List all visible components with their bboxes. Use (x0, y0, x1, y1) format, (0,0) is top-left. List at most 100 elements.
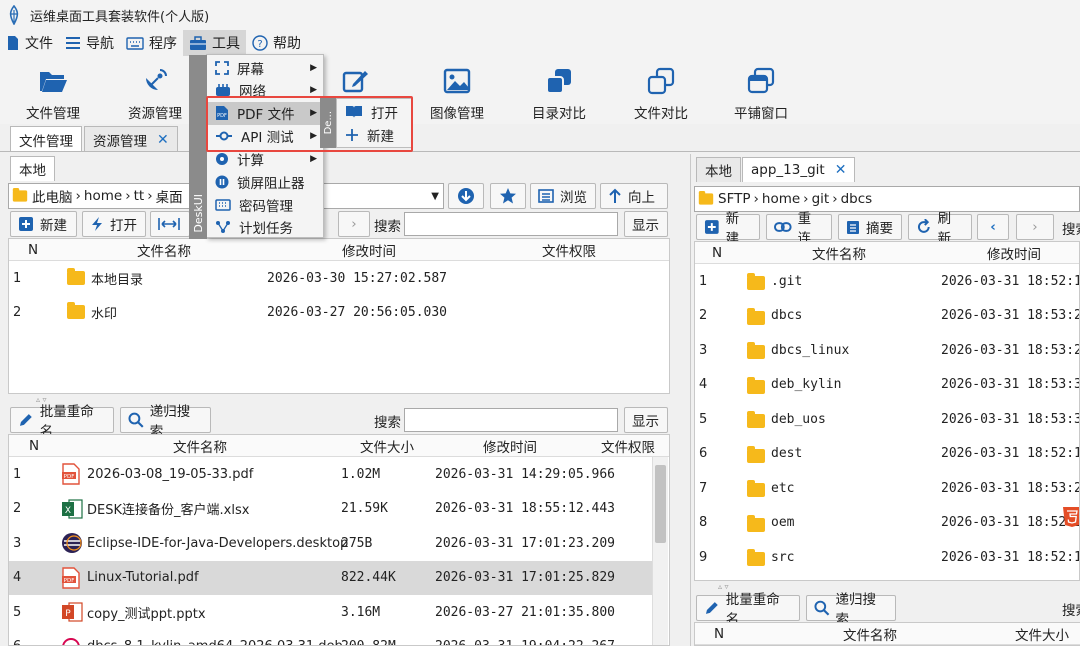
reconnect-button[interactable]: 重连 (766, 211, 832, 247)
tab-right-local[interactable]: 本地 (696, 157, 741, 182)
path-part[interactable]: 桌面 (156, 186, 183, 206)
menu-program[interactable]: 程序 (120, 30, 183, 56)
toolbar-file-manager[interactable]: 文件管理 (8, 64, 98, 124)
row-n: 9 (699, 549, 708, 565)
right-new-button[interactable]: 新建 (696, 211, 760, 247)
table-row[interactable]: 9 src 2026-03-31 18:52:18.00 (695, 540, 1079, 575)
folder-icon (747, 514, 765, 532)
scrollbar-thumb[interactable] (655, 465, 666, 543)
toolbar-dir-compare[interactable]: 目录对比 (514, 64, 604, 124)
tab-right-git[interactable]: app_13_git ✕ (742, 157, 856, 182)
password-icon (215, 199, 231, 211)
row-n: 6 (699, 446, 708, 462)
col-n[interactable]: N (695, 626, 743, 642)
close-icon[interactable]: ✕ (835, 162, 847, 178)
tab-resource-manager[interactable]: 资源管理 ✕ (84, 126, 178, 152)
batch-rename-button[interactable]: 批量重命名 (10, 404, 114, 440)
menu-item-lock-blocker[interactable]: 锁屏阻止器 (207, 171, 323, 194)
col-n[interactable]: N (9, 242, 57, 258)
new-button[interactable]: 新建 (10, 211, 77, 237)
col-mtime[interactable]: 修改时间 (435, 436, 585, 456)
browse-button[interactable]: 浏览 (530, 183, 596, 209)
col-n[interactable]: N (9, 438, 59, 454)
menu-tools[interactable]: 工具 (183, 30, 246, 56)
col-name[interactable]: 文件名称 (61, 436, 339, 456)
path-part[interactable]: home (762, 191, 800, 207)
download-button[interactable] (448, 183, 484, 209)
bottom-show-button[interactable]: 显示 (624, 407, 668, 433)
bottom-search-input[interactable] (404, 408, 618, 432)
toolbar-tile-window[interactable]: 平铺窗口 (716, 64, 806, 124)
menu-file[interactable]: 文件 (0, 30, 59, 56)
top-search-input[interactable] (404, 212, 618, 236)
top-show-button[interactable]: 显示 (624, 211, 668, 237)
search-icon (128, 412, 144, 428)
path-part[interactable]: tt (134, 188, 145, 204)
col-name[interactable]: 文件名称 (59, 240, 269, 260)
width-button[interactable] (150, 211, 190, 237)
recursive-search-button[interactable]: 递归搜索 (120, 404, 211, 440)
path-part[interactable]: home (84, 188, 122, 204)
table-row[interactable]: 6 dbcs_8.1_kylin_amd64_2026.03.31.deb 20… (9, 630, 652, 645)
table-row[interactable]: 7 etc 2026-03-31 18:53:25.00 (695, 471, 1079, 506)
table-row[interactable]: 4 deb_kylin 2026-03-31 18:53:35.00 (695, 368, 1079, 403)
table-row[interactable]: 3 Eclipse-IDE-for-Java-Developers.deskto… (9, 526, 652, 561)
folder-open-icon (40, 72, 67, 92)
path-sep-icon: › (832, 191, 838, 207)
right-recursive-search-button[interactable]: 递归搜索 (806, 592, 896, 628)
table-row[interactable]: 4 PDF Linux-Tutorial.pdf 822.44K 2026-03… (9, 560, 652, 595)
table-row[interactable]: 2 X DESK连接备份_客户端.xlsx 21.59K 2026-03-31 … (9, 492, 652, 527)
col-n[interactable]: N (695, 245, 739, 261)
table-row[interactable]: 2 水印 2026-03-27 20:56:05.030 (9, 295, 669, 330)
pane-divider[interactable] (690, 154, 691, 646)
menu-item-screen[interactable]: 屏幕 ▶ (207, 57, 323, 80)
col-mtime[interactable]: 修改时间 (939, 243, 1079, 263)
tab-file-manager[interactable]: 文件管理 (10, 126, 82, 152)
path-part[interactable]: dbcs (841, 191, 873, 207)
right-batch-rename-button[interactable]: 批量重命名 (696, 592, 800, 628)
col-name[interactable]: 文件名称 (741, 243, 937, 263)
table-row[interactable]: 1 PDF 2026-03-08_19-05-33.pdf 1.02M 2026… (9, 457, 652, 492)
table-row[interactable]: 5 deb_uos 2026-03-31 18:53:35.00 (695, 402, 1079, 437)
toolbar-image-manager[interactable]: 图像管理 (412, 64, 502, 124)
col-perm[interactable]: 文件权限 (587, 436, 669, 456)
path-part[interactable]: git (812, 191, 830, 207)
tile-window-icon (747, 67, 775, 94)
toolbar-resource-manager-label: 资源管理 (128, 106, 182, 122)
table-row[interactable]: 8 oem 2026-03-31 18:52:18. (695, 506, 1079, 541)
refresh-button[interactable]: 刷新 (908, 211, 972, 247)
menu-item-password[interactable]: 密码管理 (207, 194, 323, 217)
chevron-right-icon: › (351, 216, 357, 232)
col-perm[interactable]: 文件权限 (469, 240, 669, 260)
menu-help[interactable]: ? 帮助 (246, 30, 307, 56)
col-size[interactable]: 文件大小 (341, 436, 433, 456)
dropdown-arrow-icon[interactable]: ▼ (431, 191, 439, 202)
col-size[interactable]: 文件大小 (997, 624, 1080, 644)
path-root[interactable]: SFTP (718, 191, 750, 207)
table-header: N 文件名称 修改时间 文件权限 (9, 239, 669, 261)
col-name[interactable]: 文件名称 (745, 624, 995, 644)
prev-button[interactable]: ‹ (977, 214, 1009, 240)
table-row[interactable]: 6 dest 2026-03-31 18:52:18.00 (695, 437, 1079, 472)
toolbar-file-compare[interactable]: 文件对比 (616, 64, 706, 124)
col-mtime[interactable]: 修改时间 (271, 240, 467, 260)
next-button[interactable]: › (1016, 214, 1054, 240)
path-root[interactable]: 此电脑 (32, 186, 73, 206)
up-button[interactable]: 向上 (600, 183, 668, 209)
toolbar-resource-manager[interactable]: 资源管理 (110, 64, 200, 124)
tab-left-local[interactable]: 本地 (10, 156, 55, 181)
table-row[interactable]: 1 .git 2026-03-31 18:52:18.00 (695, 264, 1079, 299)
close-icon[interactable]: ✕ (157, 132, 169, 148)
table-row[interactable]: 3 dbcs_linux 2026-03-31 18:53:27.00 (695, 333, 1079, 368)
open-button[interactable]: 打开 (82, 211, 146, 237)
summary-button[interactable]: 摘要 (838, 214, 902, 240)
table-row[interactable]: 5 P copy_测试ppt.pptx 3.16M 2026-03-27 21:… (9, 595, 652, 630)
table-row[interactable]: 1 本地目录 2026-03-30 15:27:02.587 (9, 261, 669, 296)
vertical-scrollbar[interactable] (652, 457, 668, 645)
menu-item-scheduled-task[interactable]: 计划任务 (207, 216, 323, 239)
menu-nav[interactable]: 导航 (59, 30, 120, 56)
favorite-button[interactable] (490, 183, 526, 209)
next-button[interactable]: › (338, 211, 370, 237)
folder-icon (747, 273, 765, 290)
table-row[interactable]: 2 dbcs 2026-03-31 18:53:27.00 (695, 299, 1079, 334)
